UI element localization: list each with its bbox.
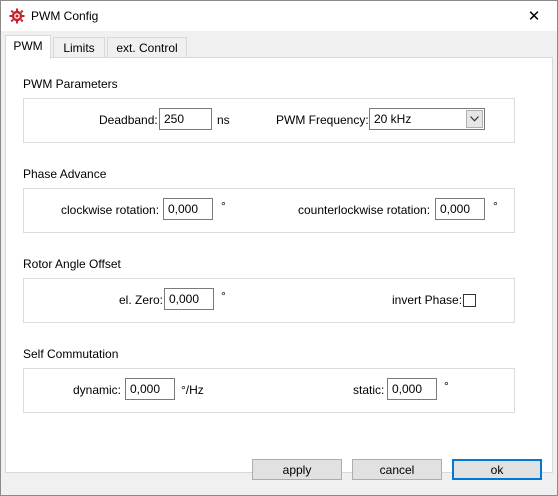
title-bar: PWM Config ✕ [1, 1, 557, 31]
el-zero-input[interactable]: 0,000 [164, 288, 214, 310]
pwm-frequency-value: 20 kHz [374, 112, 412, 126]
pwm-config-dialog: PWM Config ✕ PWM Limits ext. Control PWM… [0, 0, 558, 496]
ccw-rotation-label: counterlockwise rotation: [298, 203, 431, 217]
pwm-parameters-group: Deadband: 250 ns PWM Frequency: 20 kHz [23, 98, 515, 143]
static-unit: ° [444, 379, 449, 393]
pwm-parameters-title: PWM Parameters [23, 77, 118, 91]
dialog-client: PWM Limits ext. Control PWM Parameters D… [1, 31, 557, 495]
chevron-down-icon[interactable] [466, 110, 483, 128]
static-label: static: [353, 383, 385, 397]
cw-rotation-unit: ° [221, 199, 226, 213]
phase-advance-group: clockwise rotation: 0,000 ° counterlockw… [23, 188, 515, 233]
static-input[interactable]: 0,000 [387, 378, 437, 400]
ok-button[interactable]: ok [452, 459, 542, 480]
cw-rotation-input[interactable]: 0,000 [163, 198, 213, 220]
phase-advance-title: Phase Advance [23, 167, 107, 181]
close-button[interactable]: ✕ [511, 1, 557, 31]
tab-page-pwm: PWM Parameters Deadband: 250 ns PWM Freq… [5, 57, 553, 473]
tab-limits[interactable]: Limits [53, 37, 105, 58]
self-commutation-title: Self Commutation [23, 347, 119, 361]
rotor-angle-offset-title: Rotor Angle Offset [23, 257, 121, 271]
cw-rotation-label: clockwise rotation: [61, 203, 160, 217]
el-zero-unit: ° [221, 289, 226, 303]
deadband-label: Deadband: [99, 113, 158, 127]
rotor-angle-offset-group: el. Zero: 0,000 ° invert Phase: [23, 278, 515, 323]
dynamic-input[interactable]: 0,000 [125, 378, 175, 400]
tab-pwm[interactable]: PWM [5, 35, 51, 59]
apply-button[interactable]: apply [252, 459, 342, 480]
invert-phase-label: invert Phase: [392, 293, 463, 307]
deadband-unit: ns [217, 113, 230, 127]
cancel-button[interactable]: cancel [352, 459, 442, 480]
ccw-rotation-input[interactable]: 0,000 [435, 198, 485, 220]
dynamic-unit: °/Hz [181, 383, 204, 397]
pwm-frequency-select[interactable]: 20 kHz [369, 108, 485, 130]
window-title: PWM Config [31, 9, 99, 23]
ccw-rotation-unit: ° [493, 199, 498, 213]
dynamic-label: dynamic: [73, 383, 122, 397]
pwm-frequency-label: PWM Frequency: [276, 113, 369, 127]
el-zero-label: el. Zero: [119, 293, 164, 307]
tab-ext-control[interactable]: ext. Control [107, 37, 187, 58]
deadband-input[interactable]: 250 [159, 108, 212, 130]
gear-app-icon [9, 8, 25, 24]
invert-phase-checkbox[interactable] [463, 294, 476, 307]
self-commutation-group: dynamic: 0,000 °/Hz static: 0,000 ° [23, 368, 515, 413]
